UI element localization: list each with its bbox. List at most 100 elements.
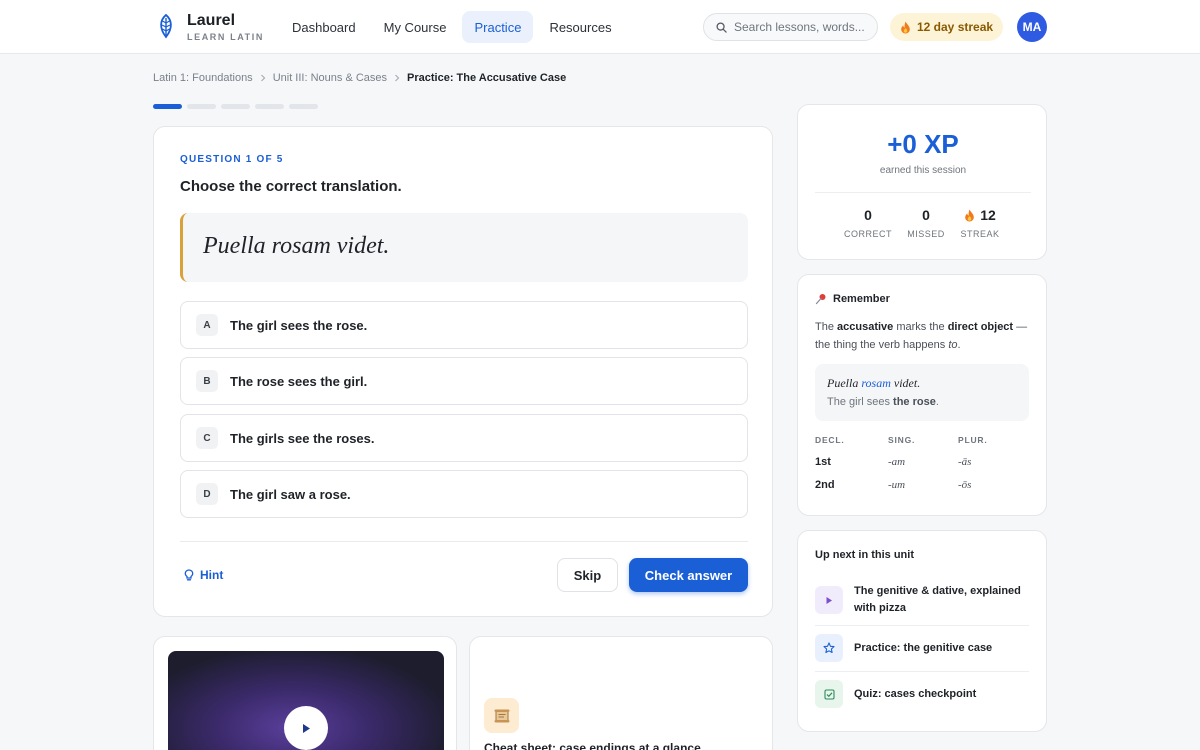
chevron-right-icon — [395, 74, 400, 82]
nav-practice[interactable]: Practice — [462, 11, 534, 43]
answer-option-a[interactable]: A The girl sees the rose. — [180, 301, 748, 349]
option-text: The rose sees the girl. — [230, 373, 368, 389]
option-text: The girl saw a rose. — [230, 486, 351, 502]
divider — [180, 541, 748, 542]
text: The — [815, 321, 838, 333]
latin-sentence: Puella rosam videt. — [203, 233, 390, 259]
table-cell: 2nd — [815, 479, 835, 491]
check-answer-button[interactable]: Check answer — [629, 558, 748, 592]
app-tagline: LEARN LATIN — [187, 32, 264, 42]
example-english: The girl sees the rose. — [827, 396, 939, 408]
remember-title: Remember — [833, 293, 890, 305]
play-button[interactable] — [284, 706, 328, 750]
answer-option-c[interactable]: C The girls see the roses. — [180, 414, 748, 462]
term-accusative: accusative — [837, 321, 894, 333]
checkbox-icon — [815, 680, 843, 708]
col-header: DECL. — [815, 435, 845, 445]
cheat-sheet-title: Cheat sheet: case endings at a glance — [484, 741, 701, 750]
nav-resources[interactable]: Resources — [537, 11, 623, 43]
stat-streak: 12 STREAK — [945, 207, 1015, 239]
question-counter: QUESTION 1 OF 5 — [180, 154, 284, 165]
hint-label: Hint — [200, 568, 224, 582]
breadcrumb-unit[interactable]: Unit III: Nouns & Cases — [273, 72, 387, 84]
answer-option-d[interactable]: D The girl saw a rose. — [180, 470, 748, 518]
up-next-item[interactable]: Practice: the genitive case — [815, 634, 1029, 662]
video-thumbnail[interactable] — [168, 651, 444, 750]
table-cell: -um — [888, 479, 906, 491]
video-card — [153, 636, 457, 750]
latin-sentence-box: Puella rosam videt. — [180, 213, 748, 282]
search-input[interactable] — [734, 20, 874, 34]
divider — [815, 625, 1029, 626]
breadcrumb: Latin 1: Foundations Unit III: Nouns & C… — [153, 72, 566, 84]
text: . — [957, 339, 961, 351]
remember-body: The accusative marks the direct object —… — [815, 318, 1035, 354]
up-next-item[interactable]: Quiz: cases checkpoint — [815, 680, 1029, 708]
example-box: Puella rosam videt. The girl sees the ro… — [815, 364, 1029, 421]
progress-segment — [255, 104, 284, 109]
table-cell: 1st — [815, 456, 831, 468]
example-latin: Puella rosam videt. — [827, 376, 920, 391]
stat-correct-value: 0 — [864, 207, 872, 223]
stat-missed-value: 0 — [922, 207, 930, 223]
up-next-card: Up next in this unit The genitive & dati… — [797, 530, 1047, 732]
nav-my-course[interactable]: My Course — [372, 11, 459, 43]
flame-icon — [965, 209, 975, 221]
breadcrumb-course[interactable]: Latin 1: Foundations — [153, 72, 253, 84]
table-row: 2nd -um -ōs — [815, 479, 1029, 491]
chevron-right-icon — [260, 74, 266, 82]
text: The girl sees — [827, 396, 894, 408]
progress-segment — [289, 104, 318, 109]
breadcrumb-current: Practice: The Accusative Case — [407, 72, 567, 84]
up-next-title: Up next in this unit — [815, 549, 914, 561]
col-header: SING. — [888, 435, 916, 445]
skip-button[interactable]: Skip — [557, 558, 618, 592]
text: . — [935, 396, 939, 408]
session-xp-card: +0 XP earned this session 0 CORRECT 0 MI… — [797, 104, 1047, 260]
table-cell: -am — [888, 456, 906, 468]
nav-dashboard[interactable]: Dashboard — [280, 11, 368, 43]
play-icon — [303, 723, 310, 733]
highlighted-phrase: the rose — [893, 396, 936, 408]
remember-card: Remember The accusative marks the direct… — [797, 274, 1047, 516]
text: videt. — [890, 376, 921, 390]
up-next-item[interactable]: The genitive & dative, explained with pi… — [815, 583, 1029, 617]
table-header: DECL. SING. PLUR. — [815, 435, 1029, 445]
answer-option-b[interactable]: B The rose sees the girl. — [180, 357, 748, 405]
text-emphasis: to — [948, 339, 958, 351]
search-icon — [716, 21, 727, 33]
cheat-sheet-card[interactable]: Cheat sheet: case endings at a glance — [469, 636, 773, 750]
top-bar: Laurel LEARN LATIN Dashboard My Course P… — [0, 0, 1200, 54]
divider — [815, 671, 1029, 672]
table-cell: -ās — [958, 456, 972, 468]
option-key: B — [196, 370, 218, 392]
term-direct-object: direct object — [947, 321, 1014, 333]
up-next-label: Practice: the genitive case — [854, 641, 993, 654]
lightbulb-icon — [184, 569, 194, 581]
star-icon — [815, 634, 843, 662]
play-icon — [815, 586, 843, 614]
up-next-label: Quiz: cases checkpoint — [854, 687, 977, 700]
hint-button[interactable]: Hint — [184, 568, 223, 582]
search-box[interactable] — [703, 13, 878, 41]
remember-heading: Remember — [815, 293, 890, 305]
main-nav: Dashboard My Course Practice Resources — [280, 11, 624, 43]
col-header: PLUR. — [958, 435, 988, 445]
option-text: The girls see the roses. — [230, 430, 375, 446]
user-avatar[interactable]: MA — [1017, 12, 1047, 42]
progress-segment — [153, 104, 182, 109]
option-key: A — [196, 314, 218, 336]
up-next-label: The genitive & dative, explained with pi… — [854, 585, 1021, 614]
text: Puella — [827, 376, 862, 390]
stat-streak-label: STREAK — [960, 229, 1000, 239]
xp-value: +0 XP — [887, 129, 959, 159]
app-name[interactable]: Laurel — [187, 12, 235, 30]
option-key: C — [196, 427, 218, 449]
question-progress — [153, 104, 318, 109]
text: marks the — [893, 321, 948, 333]
streak-badge[interactable]: 12 day streak — [890, 13, 1004, 41]
progress-segment — [187, 104, 216, 109]
scroll-icon — [484, 698, 519, 733]
xp-subtitle: earned this session — [879, 165, 967, 176]
stat-streak-value: 12 — [980, 207, 996, 223]
